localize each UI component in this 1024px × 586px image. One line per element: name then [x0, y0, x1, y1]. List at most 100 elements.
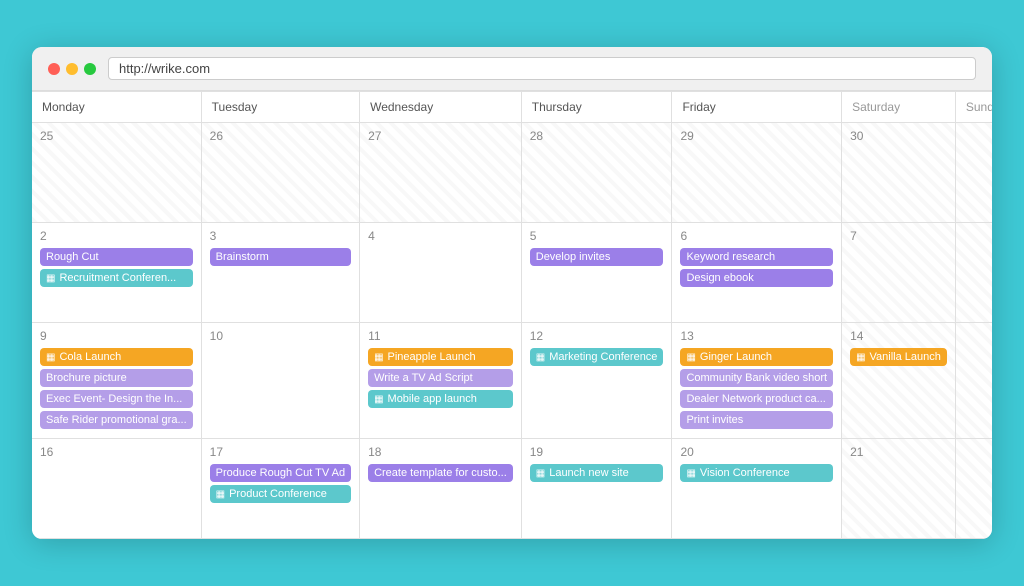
- event-icon: ▦: [856, 352, 865, 363]
- calendar-event[interactable]: Dealer Network product ca...: [680, 390, 833, 408]
- calendar-event[interactable]: Develop invites: [530, 248, 664, 266]
- calendar-event[interactable]: Community Bank video short: [680, 369, 833, 387]
- cell-date: 16: [40, 445, 193, 459]
- calendar-cell: 5Develop invites: [522, 223, 673, 323]
- calendar-event[interactable]: Exec Event- Design the In...: [40, 390, 193, 408]
- event-label: Safe Rider promotional gra...: [46, 414, 187, 426]
- calendar-event[interactable]: ▦ Launch new site: [530, 464, 664, 482]
- calendar-cell: [956, 223, 992, 323]
- cell-date: 19: [530, 445, 664, 459]
- calendar-event[interactable]: Design ebook: [680, 269, 833, 287]
- event-icon: ▦: [374, 394, 383, 405]
- col-header-monday: Monday: [32, 92, 202, 123]
- cell-date: 2: [40, 229, 193, 243]
- calendar-cell: [956, 323, 992, 439]
- cell-date: 17: [210, 445, 351, 459]
- cell-date: 4: [368, 229, 513, 243]
- calendar-event[interactable]: ▦Vision Conference: [680, 464, 833, 482]
- calendar-cell: 3 Brainstorm: [202, 223, 360, 323]
- event-label: Mobile app launch: [388, 393, 477, 405]
- cell-date: 21: [850, 445, 947, 459]
- calendar-event[interactable]: ▦Ginger Launch: [680, 348, 833, 366]
- calendar-event[interactable]: Print invites: [680, 411, 833, 429]
- calendar-event[interactable]: ▦ Recruitment Conferen...: [40, 269, 193, 287]
- calendar-event[interactable]: Rough Cut: [40, 248, 193, 266]
- calendar-cell: 25: [32, 123, 202, 223]
- event-label: Keyword research: [686, 251, 775, 263]
- event-icon: ▦: [46, 273, 55, 284]
- calendar-event[interactable]: Brochure picture: [40, 369, 193, 387]
- event-label: Create template for custo...: [374, 467, 507, 479]
- cell-date: 29: [680, 129, 833, 143]
- calendar-event[interactable]: Brainstorm: [210, 248, 351, 266]
- event-label: Cola Launch: [59, 351, 121, 363]
- calendar-event[interactable]: ▦ Marketing Conference: [530, 348, 664, 366]
- event-icon: ▦: [216, 489, 225, 500]
- calendar-cell: 21: [842, 439, 956, 539]
- calendar-cell: 4: [360, 223, 522, 323]
- col-header-saturday: Saturday: [842, 92, 956, 123]
- calendar-cell: 14 ▦ Vanilla Launch: [842, 323, 956, 439]
- calendar-cell: 29: [672, 123, 842, 223]
- browser-dots: [48, 63, 96, 75]
- cell-date: 6: [680, 229, 833, 243]
- event-icon: ▦: [536, 352, 545, 363]
- browser-bar: http://wrike.com: [32, 47, 992, 91]
- event-label: Exec Event- Design the In...: [46, 393, 182, 405]
- calendar-event[interactable]: Safe Rider promotional gra...: [40, 411, 193, 429]
- calendar-event[interactable]: ▦Pineapple Launch: [368, 348, 513, 366]
- cell-date: 26: [210, 129, 351, 143]
- event-label: Print invites: [686, 414, 743, 426]
- event-label: Design ebook: [686, 272, 753, 284]
- cell-date: 25: [40, 129, 193, 143]
- calendar-cell: 10: [202, 323, 360, 439]
- calendar-cell: 20▦Vision Conference: [672, 439, 842, 539]
- cell-date: 10: [210, 329, 351, 343]
- url-bar[interactable]: http://wrike.com: [108, 57, 976, 80]
- calendar-cell: 26: [202, 123, 360, 223]
- calendar-cell: 7: [842, 223, 956, 323]
- dot-yellow[interactable]: [66, 63, 78, 75]
- calendar-event[interactable]: ▦ Vanilla Launch: [850, 348, 947, 366]
- event-icon: ▦: [536, 468, 545, 479]
- calendar-cell: 13 ▦Ginger Launch Community Bank video sho…: [672, 323, 842, 439]
- calendar-cell: 27: [360, 123, 522, 223]
- col-header-sunday: Sunday: [956, 92, 992, 123]
- event-label: Recruitment Conferen...: [59, 272, 176, 284]
- calendar-cell: [956, 439, 992, 539]
- cell-date: 27: [368, 129, 513, 143]
- event-label: Launch new site: [549, 467, 629, 479]
- calendar-event[interactable]: Produce Rough Cut TV Ad: [210, 464, 351, 482]
- event-label: Brochure picture: [46, 372, 127, 384]
- calendar-event[interactable]: ▦ Mobile app launch: [368, 390, 513, 408]
- event-label: Develop invites: [536, 251, 611, 263]
- cell-date: 9: [40, 329, 193, 343]
- event-label: Marketing Conference: [549, 351, 657, 363]
- event-icon: ▦: [374, 352, 383, 363]
- calendar-cell: 18Create template for custo...: [360, 439, 522, 539]
- calendar-cell: 11 ▦Pineapple Launch Write a TV Ad Script ▦…: [360, 323, 522, 439]
- calendar-event[interactable]: Keyword research: [680, 248, 833, 266]
- cell-date: 28: [530, 129, 664, 143]
- dot-red[interactable]: [48, 63, 60, 75]
- cell-date: 12: [530, 329, 664, 343]
- calendar-event[interactable]: Create template for custo...: [368, 464, 513, 482]
- cell-date: 13: [680, 329, 833, 343]
- calendar-event[interactable]: ▦Cola Launch: [40, 348, 193, 366]
- cell-date: 3: [210, 229, 351, 243]
- calendar-event[interactable]: ▦Product Conference: [210, 485, 351, 503]
- event-label: Rough Cut: [46, 251, 99, 263]
- event-label: Vanilla Launch: [870, 351, 941, 363]
- dot-green[interactable]: [84, 63, 96, 75]
- calendar-cell: 6 Keyword research Design ebook: [672, 223, 842, 323]
- calendar-cell: 16: [32, 439, 202, 539]
- calendar-cell: 9 ▦Cola Launch Brochure picture Exec Event-…: [32, 323, 202, 439]
- cell-date: 14: [850, 329, 947, 343]
- cell-date: 7: [850, 229, 947, 243]
- cell-date: 11: [368, 329, 513, 343]
- calendar-cell: [956, 123, 992, 223]
- calendar-cell: 19 ▦ Launch new site: [522, 439, 673, 539]
- calendar-event[interactable]: Write a TV Ad Script: [368, 369, 513, 387]
- calendar-cell: 17 Produce Rough Cut TV Ad ▦Product Confer…: [202, 439, 360, 539]
- cell-date: 30: [850, 129, 947, 143]
